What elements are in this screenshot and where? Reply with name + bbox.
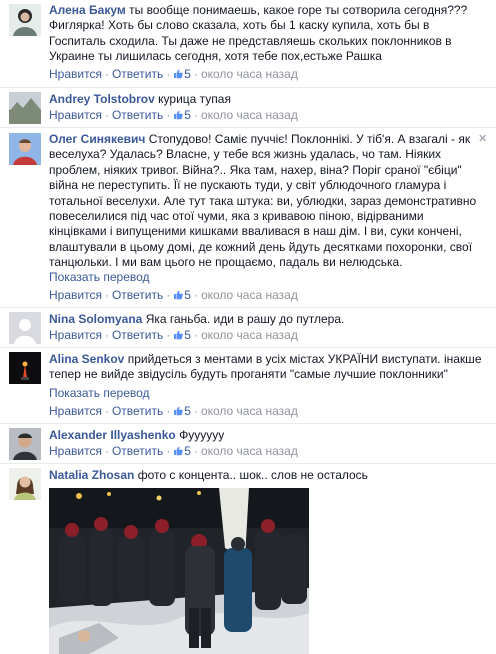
timestamp[interactable]: около часа назад: [201, 67, 298, 81]
thumbs-up-icon: [174, 69, 184, 79]
show-translation-link[interactable]: Показать перевод: [49, 270, 150, 284]
separator: ·: [193, 404, 198, 418]
comment-body: Alina Senkov прийдеться з ментами в усіх…: [49, 352, 482, 383]
avatar[interactable]: [9, 4, 41, 36]
like-count[interactable]: 5: [173, 288, 191, 302]
separator: ·: [166, 288, 171, 302]
timestamp[interactable]: около часа назад: [201, 108, 298, 122]
avatar[interactable]: [9, 312, 41, 344]
thumbs-up-icon: [174, 446, 184, 456]
comment-body: Natalia Zhosan фото с концента.. шок.. с…: [49, 468, 482, 483]
comment: Alexander Illyashenko Фуууууу Нравится · О…: [0, 423, 496, 463]
avatar[interactable]: [9, 468, 41, 500]
like-count[interactable]: 5: [173, 444, 191, 458]
comment-actions: Нравится · Ответить · 5 · около часа назад: [49, 108, 298, 122]
timestamp[interactable]: около часа назад: [201, 288, 298, 302]
separator: ·: [104, 328, 109, 342]
like-count[interactable]: 5: [173, 67, 191, 81]
separator: ·: [104, 108, 109, 122]
comment-author[interactable]: Natalia Zhosan: [49, 468, 134, 482]
reply-button[interactable]: Ответить: [112, 288, 163, 302]
comment-author[interactable]: Алена Бакум: [49, 3, 126, 17]
comment: Алена Бакум ты вообще понимаешь, какое г…: [0, 0, 496, 87]
comment-text: курица тупая: [158, 92, 231, 106]
like-button[interactable]: Нравится: [49, 404, 102, 418]
separator: ·: [193, 67, 198, 81]
thumbs-up-icon: [174, 110, 184, 120]
attached-photo[interactable]: [49, 488, 309, 654]
separator: ·: [193, 288, 198, 302]
like-count[interactable]: 5: [173, 328, 191, 342]
avatar[interactable]: [9, 352, 41, 384]
reply-button[interactable]: Ответить: [112, 108, 163, 122]
thumbs-up-icon: [174, 406, 184, 416]
separator: ·: [166, 444, 171, 458]
comment-body: Nina Solomyana Яка ганьба. иди в рашу до…: [49, 312, 482, 327]
separator: ·: [193, 328, 198, 342]
comment-text: Яка ганьба. иди в рашу до путлера.: [145, 312, 345, 326]
comment-actions: Нравится · Ответить · 5 · около часа назад: [49, 444, 298, 458]
like-button[interactable]: Нравится: [49, 67, 102, 81]
comment-author[interactable]: Alexander Illyashenko: [49, 428, 176, 442]
comments-feed: Алена Бакум ты вообще понимаешь, какое г…: [0, 0, 496, 654]
separator: ·: [104, 288, 109, 302]
separator: ·: [166, 328, 171, 342]
comment-body: Олег Синякевич Стопудово! Самiє пуччiє! …: [49, 132, 480, 271]
comment-author[interactable]: Олег Синякевич: [49, 132, 145, 146]
thumbs-up-icon: [174, 290, 184, 300]
separator: ·: [193, 444, 198, 458]
comment-author[interactable]: Nina Solomyana: [49, 312, 142, 326]
comment: Andrey Tolstobrov курица тупая Нравится ·…: [0, 87, 496, 127]
timestamp[interactable]: около часа назад: [201, 444, 298, 458]
reply-button[interactable]: Ответить: [112, 328, 163, 342]
comment-text: Стопудово! Самiє пуччiє! Поклоннiкi. У т…: [49, 132, 477, 270]
comment-text: Фуууууу: [179, 428, 225, 442]
comment-body: Alexander Illyashenko Фуууууу: [49, 428, 482, 443]
separator: ·: [104, 444, 109, 458]
comment-text: фото с концента.. шок.. слов не осталось: [137, 468, 368, 482]
comment: Nina Solomyana Яка ганьба. иди в рашу до…: [0, 307, 496, 347]
reply-button[interactable]: Ответить: [112, 67, 163, 81]
crowd-photo-image: [49, 488, 309, 654]
separator: ·: [166, 404, 171, 418]
like-count[interactable]: 5: [173, 404, 191, 418]
comment: Alina Senkov прийдеться з ментами в усіх…: [0, 347, 496, 423]
comment-actions: Нравится · Ответить · 5 · около часа назад: [49, 404, 298, 418]
comment-actions: Нравится · Ответить · 5 · около часа назад: [49, 288, 298, 302]
timestamp[interactable]: около часа назад: [201, 404, 298, 418]
separator: ·: [104, 67, 109, 81]
avatar[interactable]: [9, 133, 41, 165]
timestamp[interactable]: около часа назад: [201, 328, 298, 342]
separator: ·: [193, 108, 198, 122]
comment-author[interactable]: Andrey Tolstobrov: [49, 92, 155, 106]
like-button[interactable]: Нравится: [49, 328, 102, 342]
comment-body: Andrey Tolstobrov курица тупая: [49, 92, 482, 107]
reply-button[interactable]: Ответить: [112, 404, 163, 418]
comment: ✕ Олег Синякевич Стопудово! Самiє пуччiє…: [0, 127, 496, 307]
separator: ·: [166, 108, 171, 122]
like-count[interactable]: 5: [173, 108, 191, 122]
reply-button[interactable]: Ответить: [112, 444, 163, 458]
like-button[interactable]: Нравится: [49, 288, 102, 302]
separator: ·: [166, 67, 171, 81]
avatar[interactable]: [9, 428, 41, 460]
show-translation-link[interactable]: Показать перевод: [49, 386, 150, 400]
comment-author[interactable]: Alina Senkov: [49, 352, 124, 366]
comment-body: Алена Бакум ты вообще понимаешь, какое г…: [49, 3, 482, 65]
like-button[interactable]: Нравится: [49, 108, 102, 122]
like-button[interactable]: Нравится: [49, 444, 102, 458]
thumbs-up-icon: [174, 330, 184, 340]
separator: ·: [104, 404, 109, 418]
avatar[interactable]: [9, 92, 41, 124]
comment-actions: Нравится · Ответить · 5 · около часа назад: [49, 328, 298, 342]
comment-actions: Нравится · Ответить · 5 · около часа назад: [49, 67, 298, 81]
